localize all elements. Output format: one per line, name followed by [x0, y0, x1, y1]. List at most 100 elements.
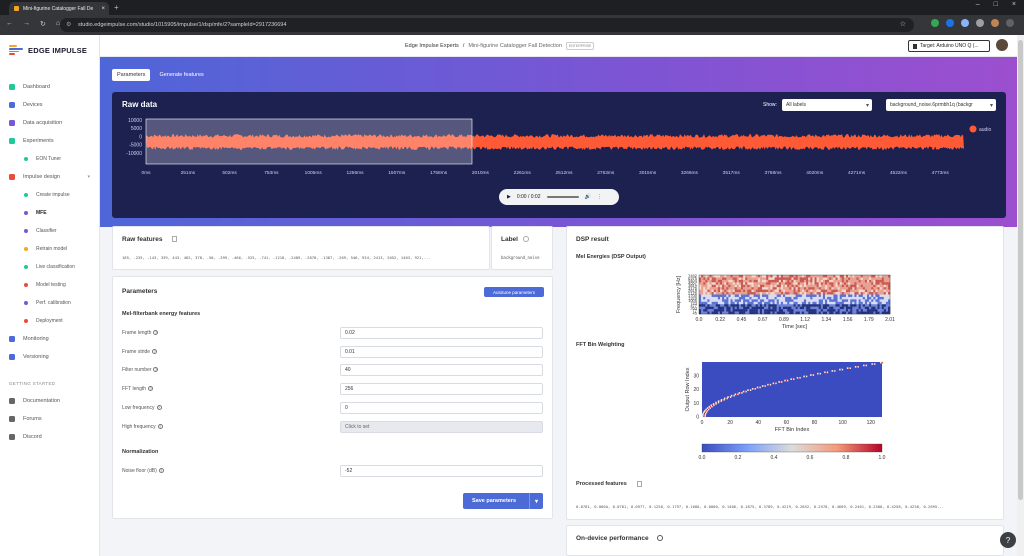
spectrogram-cell — [711, 296, 714, 300]
bookmark-star-icon[interactable]: ☆ — [900, 20, 906, 28]
help-chat-icon[interactable]: ? — [1000, 532, 1016, 548]
logo[interactable]: EDGE IMPULSE — [9, 45, 87, 55]
spectrogram-cell — [701, 309, 704, 312]
menu-icon[interactable] — [1006, 19, 1014, 27]
sidebar-item-impulse-design[interactable]: Impulse design ▾ — [0, 168, 100, 186]
info-icon[interactable] — [523, 236, 529, 242]
spectrogram-cell — [806, 277, 809, 281]
spectrogram-cell — [703, 275, 706, 278]
sidebar-item-deployment[interactable]: Deployment — [0, 312, 100, 330]
audio-seek-bar[interactable] — [546, 196, 579, 198]
sidebar-item-monitoring[interactable]: Monitoring — [0, 330, 100, 348]
maximize-icon[interactable]: □ — [994, 1, 998, 8]
spectrogram-cell — [787, 292, 790, 295]
sidebar-item-forums[interactable]: Forums — [0, 410, 100, 428]
extension-blue-icon[interactable] — [946, 19, 954, 27]
spectrogram-cell — [774, 296, 777, 300]
spectrogram-cell — [793, 292, 796, 295]
sidebar-item-retrain-model[interactable]: Retrain model — [0, 240, 100, 258]
spectrogram-cell — [755, 289, 758, 293]
spectrogram-cell — [869, 292, 872, 295]
param-input[interactable]: 0.01 — [340, 345, 543, 358]
help-icon[interactable]: ? — [157, 423, 163, 429]
forward-icon[interactable]: → — [23, 20, 30, 28]
param-input[interactable]: 256 — [340, 383, 543, 396]
breadcrumb-project[interactable]: Mini-figurine Catalogger Fall Detection — [468, 43, 562, 49]
audio-player[interactable]: ▶ 0:00 / 0:02 🔊 ⋮ — [499, 189, 619, 205]
spectrogram-cell — [780, 275, 784, 278]
spectrogram-cell — [732, 284, 735, 288]
sidebar-item-documentation[interactable]: Documentation — [0, 392, 100, 410]
chevron-down-icon[interactable]: ▾ — [529, 493, 543, 509]
extension-shield-icon[interactable] — [931, 19, 939, 27]
target-selector[interactable]: Target: Arduino UNO Q (... — [908, 40, 990, 52]
sidepanel-icon[interactable] — [976, 19, 984, 27]
more-options-icon[interactable]: ⋮ — [597, 194, 602, 200]
raw-features-title: Raw features — [122, 236, 163, 243]
noise-floor-input[interactable]: -52 — [340, 465, 543, 477]
help-icon[interactable]: ? — [156, 404, 162, 410]
spectrogram-cell — [728, 277, 731, 281]
help-icon[interactable]: ? — [152, 348, 158, 354]
fft-weight-peak — [856, 366, 858, 368]
close-tab-icon[interactable]: × — [101, 6, 105, 12]
play-icon[interactable]: ▶ — [507, 194, 511, 200]
help-icon[interactable]: ? — [153, 330, 159, 335]
spectrogram-cell — [747, 309, 750, 312]
help-icon[interactable] — [657, 535, 663, 541]
sidebar-item-experiments[interactable]: Experiments — [0, 132, 100, 150]
tab-generate-features[interactable]: Generate features — [154, 69, 208, 81]
spectrogram-cell — [749, 299, 752, 303]
spectrogram-cell — [789, 279, 792, 283]
param-input[interactable]: 0.02 — [340, 327, 543, 339]
volume-icon[interactable]: 🔊 — [585, 194, 591, 200]
chevron-down-icon[interactable]: ▾ — [87, 174, 90, 180]
minimize-icon[interactable]: – — [976, 1, 980, 8]
spectrogram-cell — [837, 292, 840, 295]
sidebar-item-eon-tuner[interactable]: EON Tuner — [0, 150, 100, 168]
avatar[interactable] — [996, 39, 1008, 51]
help-icon[interactable]: ? — [158, 468, 164, 473]
spectrogram-cell — [715, 296, 719, 300]
address-bar[interactable]: ⚙ studio.edgeimpulse.com/studio/1015905/… — [60, 18, 914, 32]
spectrogram-cell — [717, 284, 721, 288]
breadcrumb-owner[interactable]: Edge Impulse Experts — [405, 43, 459, 49]
back-icon[interactable]: ← — [6, 20, 13, 28]
spectrogram-cell — [867, 296, 870, 300]
sidebar-item-perf-calibration[interactable]: Perf. calibration — [0, 294, 100, 312]
page-scrollbar[interactable] — [1017, 35, 1024, 556]
param-input[interactable]: 40 — [340, 364, 543, 377]
extension-puzzle-icon[interactable] — [961, 19, 969, 27]
sidebar-item-create-impulse[interactable]: Create impulse — [0, 186, 100, 204]
spectrogram-cell — [875, 296, 878, 300]
spectrogram-cell — [862, 299, 866, 303]
spectrogram-cell — [774, 277, 777, 281]
sidebar-item-versioning[interactable]: Versioning — [0, 348, 100, 366]
save-parameters-button[interactable]: Save parameters ▾ — [463, 493, 543, 509]
param-input[interactable]: Click to set — [340, 420, 543, 433]
autotune-button[interactable]: Autotune parameters — [484, 287, 544, 297]
tab-parameters[interactable]: Parameters — [112, 69, 151, 81]
colorbar-tick: 0.6 — [807, 455, 814, 461]
new-tab-icon[interactable]: + — [114, 3, 119, 12]
sidebar-item-devices[interactable]: Devices — [0, 96, 100, 114]
help-icon[interactable]: ? — [153, 367, 159, 373]
sidebar-item-mfe[interactable]: MFE — [0, 204, 100, 222]
param-input[interactable]: 0 — [340, 401, 543, 414]
close-window-icon[interactable]: × — [1012, 1, 1016, 8]
site-info-icon[interactable]: ⚙ — [66, 21, 71, 28]
sidebar-item-discord[interactable]: Discord — [0, 428, 100, 446]
copy-icon[interactable] — [172, 236, 177, 242]
copy-icon[interactable] — [637, 481, 642, 487]
sidebar-item-model-testing[interactable]: Model testing — [0, 276, 100, 294]
help-icon[interactable]: ? — [148, 386, 154, 392]
sidebar-item-live-classification[interactable]: Live classification — [0, 258, 100, 276]
sidebar-item-classifier[interactable]: Classifier — [0, 222, 100, 240]
profile-icon[interactable] — [991, 19, 999, 27]
browser-tab[interactable]: Mini-figurine Catalogger Fall De × — [9, 2, 109, 15]
sidebar-item-data-acquisition[interactable]: Data acquisition — [0, 114, 100, 132]
spectrogram-cell — [869, 282, 872, 285]
spectrogram-cell — [722, 296, 725, 300]
reload-icon[interactable]: ↻ — [40, 20, 46, 28]
sidebar-item-dashboard[interactable]: Dashboard — [0, 78, 100, 96]
